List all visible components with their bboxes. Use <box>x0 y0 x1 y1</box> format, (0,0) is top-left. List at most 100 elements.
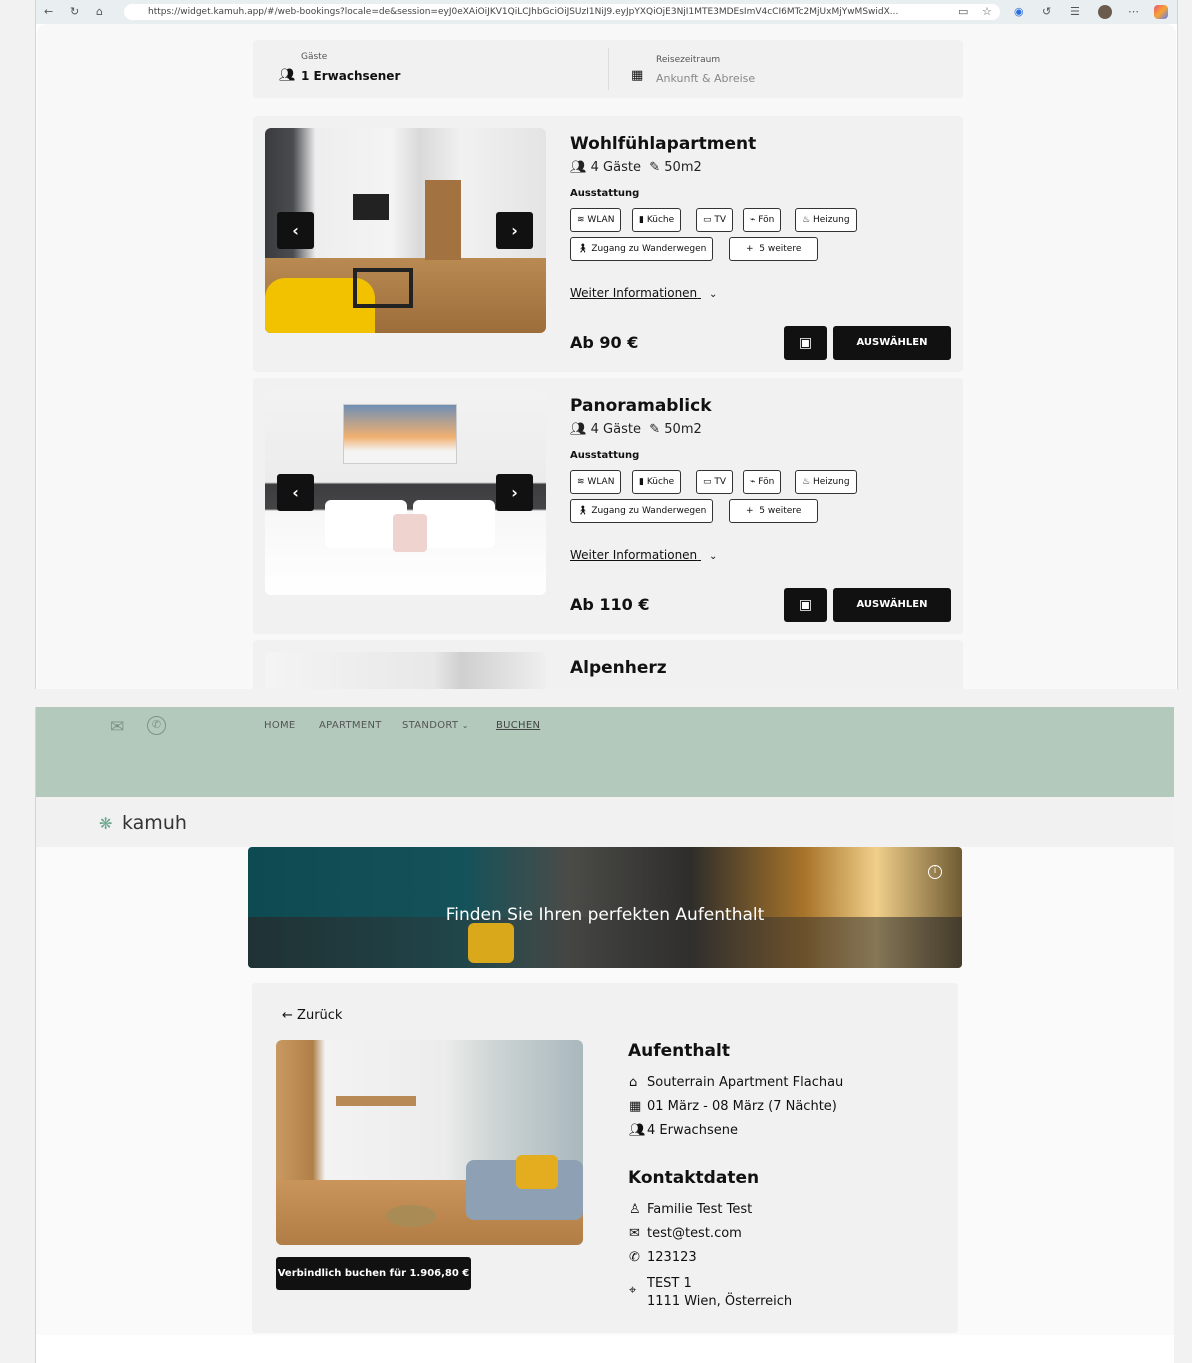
info-icon[interactable]: i <box>928 865 942 879</box>
calendar-button[interactable]: ▣ <box>784 588 827 622</box>
amenity-label: Heizung <box>812 477 850 487</box>
contact-address: ⌖ TEST 1 1111 Wien, Österreich <box>629 1275 792 1311</box>
listing-guests: 4 Gäste <box>590 422 641 437</box>
guests-selector[interactable]: Gäste 👥︎ 1 Erwachsener <box>253 40 608 98</box>
select-button[interactable]: AUSWÄHLEN <box>833 326 951 360</box>
listing-photo: ‹ › <box>265 390 546 595</box>
users-icon: 👥︎ <box>570 422 587 437</box>
site-header: ✉ ✆ HOME APARTMENT STANDORT ⌄ BUCHEN <box>36 707 1174 797</box>
back-link[interactable]: ← Zurück <box>282 1008 342 1023</box>
stay-dates: ▦ 01 März - 08 März (7 Nächte) <box>629 1099 837 1114</box>
amenity-label: WLAN <box>587 215 615 225</box>
period-placeholder: Ankunft & Abreise <box>656 72 756 85</box>
listing-size: 50m2 <box>664 160 702 175</box>
prev-photo-button[interactable]: ‹ <box>277 212 314 249</box>
more-icon[interactable]: ⋯ <box>1128 5 1139 19</box>
hairdryer-icon: ⌁ <box>750 215 756 225</box>
shelf <box>336 1096 416 1106</box>
chevron-down-icon: ⌄ <box>709 289 718 300</box>
more-info-label: Weiter Informationen <box>570 286 698 300</box>
contact-name: ♙ Familie Test Test <box>629 1202 752 1217</box>
amenity-chip: ▭ TV <box>696 470 734 494</box>
guests-value: 1 Erwachsener <box>301 69 401 83</box>
next-photo-button[interactable]: › <box>496 474 533 511</box>
listing-title: Alpenherz <box>570 658 667 678</box>
amenity-label: Küche <box>646 215 675 225</box>
listing-card: Alpenherz <box>253 640 963 689</box>
amenity-chip: ⌁ Fön <box>743 470 782 494</box>
booking-summary: ← Zurück Verbindlich buchen für 1.906,80… <box>252 983 958 1333</box>
more-amenities-button[interactable]: + 5 weitere <box>729 499 819 523</box>
stay-apartment-text: Souterrain Apartment Flachau <box>647 1075 844 1090</box>
amenity-chip: ⌁ Fön <box>743 208 782 232</box>
hiking-icon: 🚶︎ <box>577 244 589 254</box>
whatsapp-icon[interactable]: ✆ <box>147 716 166 735</box>
wifi-icon: ≋ <box>577 215 585 225</box>
amenity-label: Fön <box>758 477 775 487</box>
listing-guests: 4 Gäste <box>590 160 641 175</box>
nav-home[interactable]: HOME <box>264 720 296 731</box>
hero-headline: Finden Sie Ihren perfekten Aufenthalt <box>445 905 765 925</box>
amenity-label: 5 weitere <box>759 244 802 254</box>
listing-title: Wohlfühlapartment <box>570 134 757 154</box>
address-line1: TEST 1 <box>647 1276 692 1291</box>
users-icon: 👥︎ <box>629 1123 646 1138</box>
hiking-icon: 🚶︎ <box>577 506 589 516</box>
amenity-chip: ♨ Heizung <box>795 470 857 494</box>
tv-icon: ▭ <box>703 477 712 487</box>
logo-icon: ❋ <box>99 814 113 833</box>
users-icon: 👥︎ <box>570 160 587 175</box>
shield-icon[interactable]: ◉ <box>1014 5 1024 19</box>
more-info-link[interactable]: Weiter Informationen ⌄ <box>570 286 717 300</box>
amenity-label: Zugang zu Wanderwegen <box>591 244 707 254</box>
book-button[interactable]: Verbindlich buchen für 1.906,80 € <box>276 1257 471 1290</box>
address-bar[interactable]: https://widget.kamuh.app/#/web-bookings?… <box>124 4 1000 20</box>
amenity-label: Heizung <box>812 215 850 225</box>
amenity-chip: ≋ WLAN <box>570 470 622 494</box>
wifi-icon: ≋ <box>577 477 585 487</box>
contact-email: ✉ test@test.com <box>629 1226 742 1241</box>
reload-icon[interactable]: ↻ <box>70 5 79 19</box>
nav-apartment[interactable]: APARTMENT <box>319 720 382 731</box>
amenity-label: 5 weitere <box>759 506 802 516</box>
cushion <box>516 1155 558 1189</box>
avatar[interactable] <box>1098 5 1112 19</box>
collections-icon[interactable]: ☰ <box>1070 5 1080 19</box>
table <box>353 268 413 308</box>
copilot-icon[interactable] <box>1154 5 1168 19</box>
nav-standort-label: STANDORT <box>402 720 459 731</box>
bowl <box>386 1205 436 1227</box>
select-button[interactable]: AUSWÄHLEN <box>833 588 951 622</box>
door <box>425 180 461 260</box>
home-check-icon: ⌂ <box>629 1075 638 1090</box>
more-info-link[interactable]: Weiter Informationen ⌄ <box>570 548 717 562</box>
map-pin-icon: ⌖ <box>629 1283 637 1298</box>
reader-icon[interactable]: ▭ <box>958 5 968 19</box>
logo[interactable]: kamuh <box>122 812 187 834</box>
more-amenities-button[interactable]: + 5 weitere <box>729 237 819 261</box>
heating-icon: ♨ <box>802 477 811 487</box>
nav-buchen[interactable]: BUCHEN <box>496 720 540 731</box>
date-selector[interactable]: Reisezeitraum ▦ Ankunft & Abreise <box>609 40 963 98</box>
listing-meta: 👥︎ 4 Gäste ✎ 50m2 <box>570 160 702 175</box>
stay-dates-text: 01 März - 08 März (7 Nächte) <box>647 1099 837 1114</box>
prev-photo-button[interactable]: ‹ <box>277 474 314 511</box>
mail-icon[interactable]: ✉ <box>110 717 124 737</box>
nav-standort[interactable]: STANDORT ⌄ <box>402 720 469 731</box>
refresh-icon[interactable]: ↺ <box>1042 5 1051 19</box>
amenity-label: Fön <box>758 215 775 225</box>
star-icon[interactable]: ☆ <box>982 5 992 19</box>
fridge-icon: ▮ <box>639 477 644 487</box>
amenity-label: Küche <box>646 477 675 487</box>
tv <box>353 194 389 220</box>
back-icon[interactable]: ← <box>44 5 53 19</box>
hero-banner: Finden Sie Ihren perfekten Aufenthalt i <box>248 847 962 968</box>
next-photo-button[interactable]: › <box>496 212 533 249</box>
amenity-chip: ♨ Heizung <box>795 208 857 232</box>
listing-screenshot: ← ↻ ⌂ https://widget.kamuh.app/#/web-boo… <box>35 0 1178 689</box>
calendar-button[interactable]: ▣ <box>784 326 827 360</box>
hairdryer-icon: ⌁ <box>750 477 756 487</box>
amenity-label: TV <box>714 477 727 487</box>
home-icon[interactable]: ⌂ <box>96 5 103 19</box>
stay-heading: Aufenthalt <box>628 1041 730 1061</box>
